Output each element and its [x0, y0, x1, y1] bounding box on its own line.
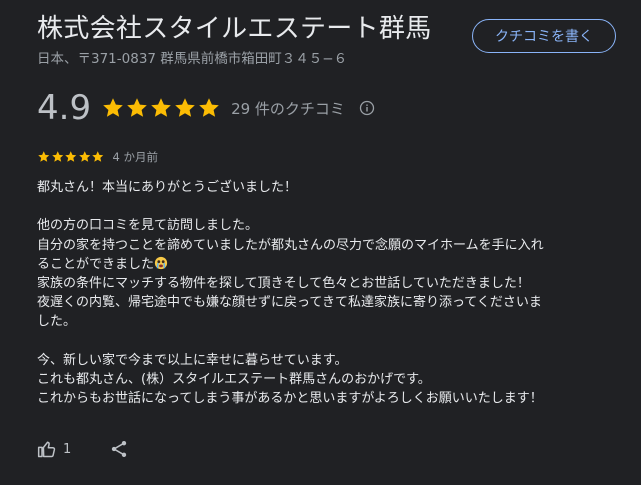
star-icon [92, 151, 104, 162]
write-review-button[interactable]: クチコミを書く [472, 19, 616, 53]
review-stars [37, 150, 105, 164]
share-icon[interactable] [109, 439, 129, 459]
review-line: 家族の条件にマッチする物件を探して頂きそして色々とお世話していただきました！ [37, 276, 530, 291]
rating-stars [101, 96, 221, 120]
review-line: した。 [37, 314, 77, 330]
review-line: 他の方の口コミを見て訪問しました。 [37, 218, 259, 234]
review-line: これからもお世話になってしまう事があるかと思いますがよろしくお願いいたします！ [37, 391, 543, 407]
business-address: 日本、〒371-0837 群馬県前橋市箱田町３４５−６ [37, 51, 348, 67]
review-actions: 1 [37, 437, 129, 461]
star-icon [199, 98, 219, 117]
crying-face-icon [154, 256, 168, 269]
review-count-link[interactable]: 29 件のクチコミ [231, 98, 345, 119]
review-line-text: ることができました [37, 256, 155, 272]
review-line: 都丸さん！本当にありがとうございました！ [37, 180, 298, 195]
review-line: 今、新しい家で今まで以上に幸せに暮らせています。 [37, 352, 348, 368]
review-line: 夜遅くの内覧、帰宅途中でも嫌な顔せずに戻ってきて私達家族に寄り添ってくださいま [37, 295, 542, 311]
info-icon[interactable] [359, 100, 375, 116]
review-line: 自分の家を持つことを諦めていましたが都丸さんの尽力で念願のマイホームを手に入れ [37, 237, 544, 253]
star-icon [78, 151, 90, 162]
like-count: 1 [63, 441, 72, 457]
thumb-up-icon [37, 441, 56, 458]
review-line: これも都丸さん、(株）スタイルエステート群馬さんのおかげです。 [37, 372, 431, 387]
business-header: 株式会社スタイルエステート群馬 日本、〒371-0837 群馬県前橋市箱田町３４… [37, 12, 457, 68]
star-icon [127, 98, 147, 117]
star-icon [51, 151, 63, 162]
review-text: 都丸さん！本当にありがとうございました！ 他の方の口コミを見て訪問しました。 自… [37, 178, 597, 408]
star-icon [65, 151, 77, 162]
review-meta: 4 か月前 [37, 148, 158, 166]
star-icon [175, 98, 195, 117]
rating-summary: 4.9 29 件のクチコミ [37, 88, 375, 128]
star-icon [151, 98, 171, 117]
business-name: 株式会社スタイルエステート群馬 [37, 14, 432, 44]
star-icon [38, 151, 50, 162]
star-icon [103, 98, 123, 117]
like-button[interactable]: 1 [37, 439, 71, 459]
rating-value: 4.9 [37, 88, 92, 128]
review-date: 4 か月前 [112, 150, 158, 164]
review-line-with-emoji: ることができました [37, 255, 597, 274]
